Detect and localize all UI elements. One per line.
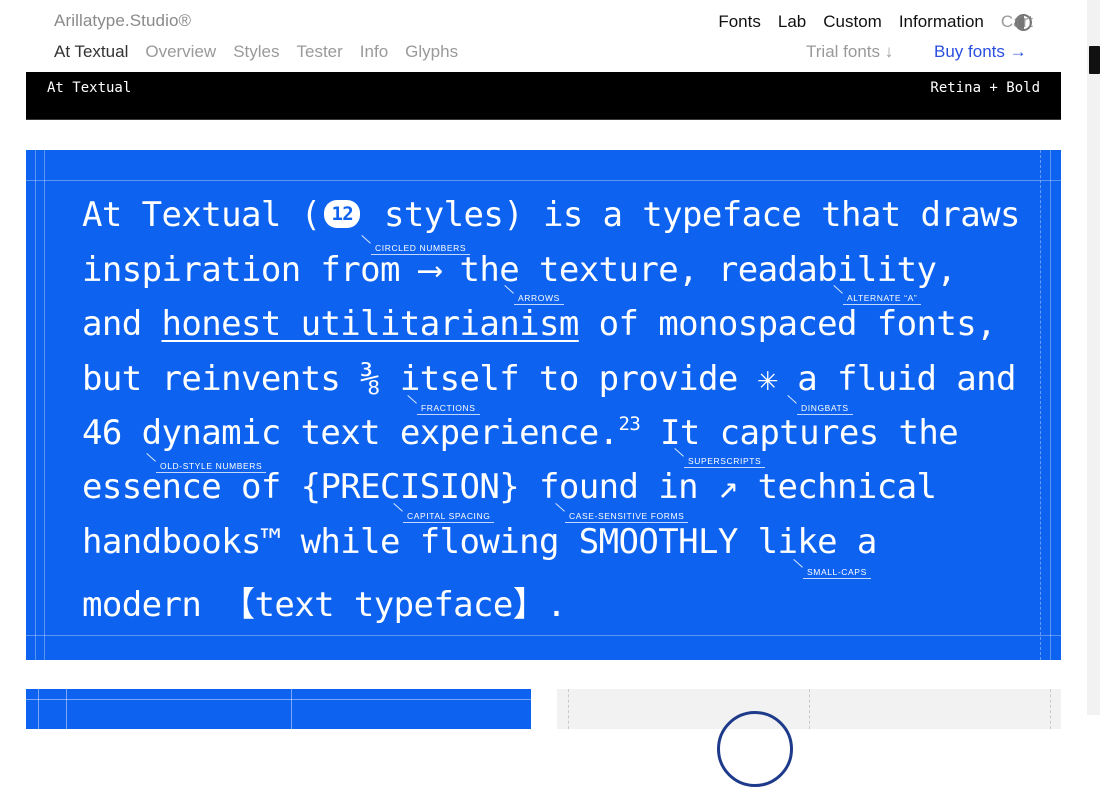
annotation-small-caps: SMALL-CAPS xyxy=(803,567,871,579)
annotation-circled-numbers: CIRCLED NUMBERS xyxy=(371,243,471,255)
annotation-fractions: FRACTIONS xyxy=(417,403,480,415)
nav-fonts[interactable]: Fonts xyxy=(718,12,761,32)
annotation-superscripts: SUPERSCRIPTS xyxy=(684,456,766,468)
specimen-line-4: but reinvents ⅜ itself to provide ✳ a fl… xyxy=(82,359,1016,399)
specimen-line-6: essence of {PRECISION} found in ↗ techni… xyxy=(82,467,937,507)
specimen-card-blue[interactable] xyxy=(26,689,531,729)
guide-line xyxy=(809,689,810,729)
guide-line xyxy=(26,180,1061,181)
specimen-line-1: At Textual (12 styles) is a typeface tha… xyxy=(82,195,1020,235)
subnav-tester[interactable]: Tester xyxy=(297,42,343,62)
specimen-line-5: 46 dynamic text experience.23 It capture… xyxy=(82,413,959,453)
specimen-family-label: At Textual xyxy=(47,80,132,96)
guide-line xyxy=(26,699,531,700)
specimen-hero: At Textual (12 styles) is a typeface tha… xyxy=(26,150,1061,660)
subnav-styles[interactable]: Styles xyxy=(233,42,279,62)
subnav-info[interactable]: Info xyxy=(360,42,388,62)
specimen-bar: At Textual Retina + Bold xyxy=(26,72,1061,120)
annotation-alternate-a: ALTERNATE “A” xyxy=(843,293,922,305)
guide-line xyxy=(1050,689,1051,729)
main-nav: Fonts Lab Custom Information Cart xyxy=(718,12,1033,32)
annotation-old-style-numbers: OLD-STYLE NUMBERS xyxy=(156,461,267,473)
specimen-line-7: handbooks™ while flowing SMOOTHLY like a xyxy=(82,522,877,562)
trial-fonts-link[interactable]: Trial fonts ↓ xyxy=(806,42,893,62)
nav-lab[interactable]: Lab xyxy=(778,12,806,32)
annotation-dingbats: DINGBATS xyxy=(797,403,853,415)
guide-line xyxy=(1050,150,1051,660)
guide-line xyxy=(1040,150,1042,660)
nav-custom[interactable]: Custom xyxy=(823,12,882,32)
family-subnav: At Textual Overview Styles Tester Info G… xyxy=(54,42,458,62)
subnav-at-textual[interactable]: At Textual xyxy=(54,42,128,62)
scrollbar-thumb[interactable] xyxy=(1089,46,1100,74)
specimen-line-8: modern 【text typeface】. xyxy=(82,585,567,625)
brand-logo[interactable]: Arillatype.Studio® xyxy=(54,11,191,31)
guide-line xyxy=(568,689,569,729)
guide-line xyxy=(26,635,1061,636)
scrollbar-track[interactable] xyxy=(1087,0,1100,715)
buy-fonts-link[interactable]: Buy fonts → xyxy=(934,42,1027,62)
circled-number-pill: 12 xyxy=(324,200,361,228)
guide-line xyxy=(291,689,292,729)
annotation-capital-spacing: CAPITAL SPACING xyxy=(403,511,495,523)
annotation-arrows: ARROWS xyxy=(514,293,564,305)
guide-line xyxy=(66,689,67,729)
guide-line xyxy=(44,150,45,660)
guide-line xyxy=(35,150,36,660)
glyph-preview xyxy=(717,711,793,787)
specimen-line-3: and honest utilitarianism of monospaced … xyxy=(82,304,997,344)
guide-line xyxy=(38,689,39,729)
nav-information[interactable]: Information xyxy=(899,12,984,32)
annotation-case-sensitive-forms: CASE-SENSITIVE FORMS xyxy=(565,511,689,523)
subnav-overview[interactable]: Overview xyxy=(145,42,216,62)
theme-toggle-icon[interactable] xyxy=(1015,14,1032,31)
specimen-card-grey[interactable] xyxy=(557,689,1061,787)
specimen-style-label[interactable]: Retina + Bold xyxy=(930,80,1040,96)
subnav-glyphs[interactable]: Glyphs xyxy=(405,42,458,62)
specimen-line-2: inspiration from ⟶ the texture, readabil… xyxy=(82,250,957,290)
